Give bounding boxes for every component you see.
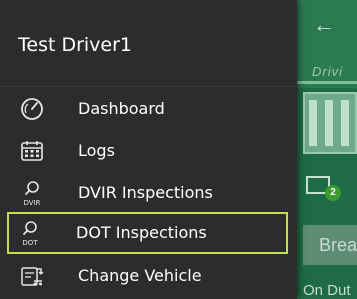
menu-label-change-vehicle: Change Vehicle bbox=[78, 266, 202, 285]
menu-item-dvir-inspections[interactable]: DVIR DVIR Inspections bbox=[9, 172, 286, 214]
dot-search-icon: DOT bbox=[17, 220, 43, 247]
search-icon bbox=[25, 181, 39, 195]
drawer-header: Test Driver1 bbox=[0, 0, 297, 87]
menu-label-logs: Logs bbox=[78, 141, 115, 160]
break-button[interactable]: Breal bbox=[303, 225, 357, 265]
back-arrow-icon[interactable]: ← bbox=[313, 14, 335, 36]
navigation-drawer: Test Driver1 Dashboard Logs DVIR DVIR In… bbox=[0, 0, 297, 299]
driver-name: Test Driver1 bbox=[18, 34, 133, 56]
hours-bar bbox=[341, 100, 349, 146]
messages-count-badge: 2 bbox=[325, 185, 341, 201]
menu-item-dot-inspections[interactable]: DOT DOT Inspections bbox=[7, 212, 288, 254]
menu-label-dot: DOT Inspections bbox=[76, 223, 207, 242]
toolbar-divider bbox=[297, 81, 357, 84]
menu-item-change-vehicle[interactable]: Change Vehicle bbox=[9, 255, 286, 297]
dvir-search-icon: DVIR bbox=[19, 180, 45, 207]
hours-chart-partial bbox=[303, 92, 357, 154]
menu-label-dvir: DVIR Inspections bbox=[78, 183, 213, 202]
search-icon bbox=[23, 221, 37, 235]
speedometer-icon bbox=[21, 98, 43, 120]
change-vehicle-icon bbox=[21, 267, 44, 286]
menu-item-logs[interactable]: Logs bbox=[9, 130, 286, 172]
menu-label-dashboard: Dashboard bbox=[78, 99, 165, 118]
calendar-icon bbox=[21, 141, 43, 161]
hours-bar bbox=[309, 100, 317, 146]
dot-icon-text: DOT bbox=[22, 239, 38, 247]
hours-bar bbox=[325, 100, 333, 146]
app-screen: ← Drivi 2 Breal On Dut Test Driver1 Dash… bbox=[0, 0, 357, 299]
driver-label-partial: Drivi bbox=[312, 64, 343, 79]
duty-status-partial: On Dut bbox=[303, 282, 351, 299]
dvir-icon-text: DVIR bbox=[23, 199, 41, 207]
menu-item-dashboard[interactable]: Dashboard bbox=[9, 88, 286, 130]
